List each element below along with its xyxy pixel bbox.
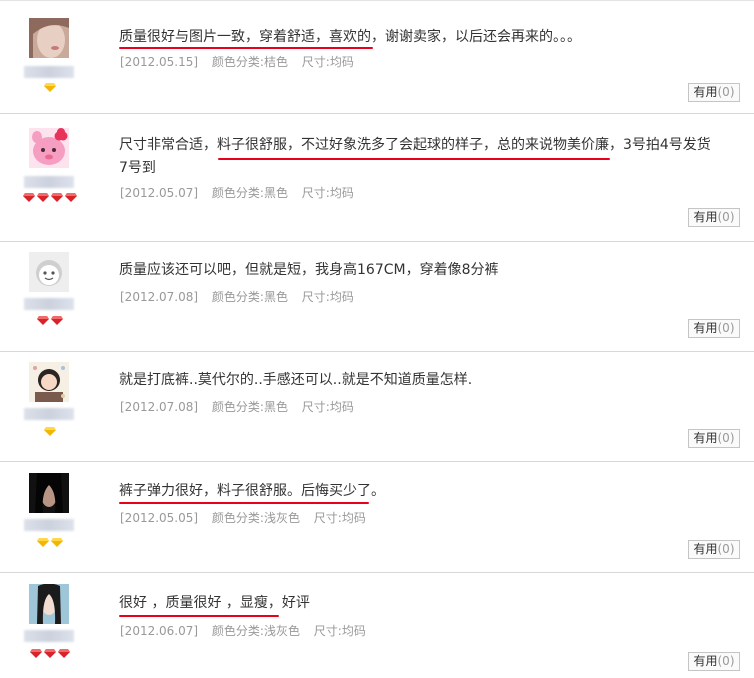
review-item: 就是打底裤..莫代尔的..手感还可以..就是不知道质量怎样. [2012.07.… [0,352,754,462]
review-content: 很好 ，质量很好 ，显瘦，好评 [119,595,310,611]
credit-badges [22,83,78,95]
woman-portrait-icon [29,18,69,58]
useful-count: (0) [717,654,735,668]
pink-cartoon-icon [29,128,69,168]
review-item: 尺寸非常合适，料子很舒服，不过好象洗多了会起球的样子，总的来说物美价廉，3号拍4… [0,114,754,242]
credit-badges [22,316,78,328]
review-date: [2012.05.07] [120,186,199,200]
size-info: 尺寸:均码 [301,55,354,69]
color-category: 颜色分类:桔色 [211,55,288,69]
username-blurred[interactable] [24,408,74,420]
useful-button[interactable]: 有用(0) [688,429,740,448]
yellow-diamond-icon [44,427,56,436]
credit-badges [22,193,78,205]
username-blurred[interactable] [24,519,74,531]
useful-label: 有用 [693,431,718,445]
useful-label: 有用 [693,85,718,99]
red-heart-icon [51,316,63,325]
username-blurred[interactable] [24,176,74,188]
user-avatar[interactable] [29,18,69,58]
red-heart-icon [37,316,49,325]
review-content: 质量很好与图片一致，穿着舒适，喜欢的，谢谢卖家，以后还会再来的。。。 [119,29,581,45]
color-category: 颜色分类:浅灰色 [211,624,300,638]
useful-count: (0) [717,85,735,99]
review-meta: [2012.05.07] 颜色分类:黑色 尺寸:均码 [120,184,364,201]
useful-count: (0) [717,321,735,335]
user-avatar[interactable] [29,473,69,513]
color-category: 颜色分类:黑色 [211,186,288,200]
red-heart-icon [65,193,77,202]
review-date: [2012.07.08] [120,400,199,414]
red-heart-icon [37,193,49,202]
review-item: 质量很好与图片一致，穿着舒适，喜欢的，谢谢卖家，以后还会再来的。。。 [2012… [0,4,754,114]
useful-label: 有用 [693,542,718,556]
review-content: 质量应该还可以吧，但就是短，我身高167CM，穿着像8分裤 [119,262,499,278]
cartoon-girl-icon [29,362,69,402]
yellow-diamond-icon [51,538,63,547]
review-item: 裤子弹力很好，料子很舒服。后悔买少了。 [2012.05.05] 颜色分类:浅灰… [0,463,754,573]
size-info: 尺寸:均码 [301,186,354,200]
review-date: [2012.07.08] [120,290,199,304]
review-date: [2012.06.07] [120,624,199,638]
review-content: 就是打底裤..莫代尔的..手感还可以..就是不知道质量怎样. [119,372,473,388]
red-heart-icon [58,649,70,658]
credit-badges [22,427,78,439]
red-heart-icon [51,193,63,202]
user-avatar[interactable] [29,252,69,292]
review-date: [2012.05.15] [120,55,199,69]
useful-button[interactable]: 有用(0) [688,319,740,338]
review-item: 质量应该还可以吧，但就是短，我身高167CM，穿着像8分裤 [2012.07.0… [0,242,754,352]
color-category: 颜色分类:黑色 [211,400,288,414]
review-meta: [2012.06.07] 颜色分类:浅灰色 尺寸:均码 [120,622,376,639]
review-meta: [2012.07.08] 颜色分类:黑色 尺寸:均码 [120,288,364,305]
default-face-icon [29,252,69,292]
highlight-underline [119,615,279,617]
username-blurred[interactable] [24,298,74,310]
useful-label: 有用 [693,321,718,335]
useful-count: (0) [717,210,735,224]
yellow-diamond-icon [37,538,49,547]
useful-button[interactable]: 有用(0) [688,83,740,102]
dark-hair-icon [29,473,69,513]
highlight-underline [218,158,610,160]
girl-photo-icon [29,584,69,624]
color-category: 颜色分类:黑色 [211,290,288,304]
username-blurred[interactable] [24,66,74,78]
red-heart-icon [44,649,56,658]
review-content: 裤子弹力很好，料子很舒服。后悔买少了。 [119,483,385,499]
credit-badges [22,649,78,661]
size-info: 尺寸:均码 [313,511,366,525]
review-meta: [2012.05.15] 颜色分类:桔色 尺寸:均码 [120,53,364,70]
highlight-underline [119,47,373,49]
color-category: 颜色分类:浅灰色 [211,511,300,525]
review-item: 很好 ，质量很好 ，显瘦，好评 [2012.06.07] 颜色分类:浅灰色 尺寸… [0,574,754,678]
size-info: 尺寸:均码 [301,400,354,414]
user-avatar[interactable] [29,128,69,168]
credit-badges [22,538,78,550]
red-heart-icon [23,193,35,202]
useful-label: 有用 [693,210,718,224]
review-meta: [2012.05.05] 颜色分类:浅灰色 尺寸:均码 [120,509,376,526]
username-blurred[interactable] [24,630,74,642]
user-avatar[interactable] [29,584,69,624]
review-meta: [2012.07.08] 颜色分类:黑色 尺寸:均码 [120,398,364,415]
review-content: 尺寸非常合适，料子很舒服，不过好象洗多了会起球的样子，总的来说物美价廉，3号拍4… [119,137,711,176]
useful-count: (0) [717,431,735,445]
useful-label: 有用 [693,654,718,668]
yellow-diamond-icon [44,83,56,92]
red-heart-icon [30,649,42,658]
size-info: 尺寸:均码 [313,624,366,638]
useful-count: (0) [717,542,735,556]
useful-button[interactable]: 有用(0) [688,652,740,671]
useful-button[interactable]: 有用(0) [688,208,740,227]
review-date: [2012.05.05] [120,511,199,525]
useful-button[interactable]: 有用(0) [688,540,740,559]
highlight-underline [119,502,369,504]
size-info: 尺寸:均码 [301,290,354,304]
user-avatar[interactable] [29,362,69,402]
